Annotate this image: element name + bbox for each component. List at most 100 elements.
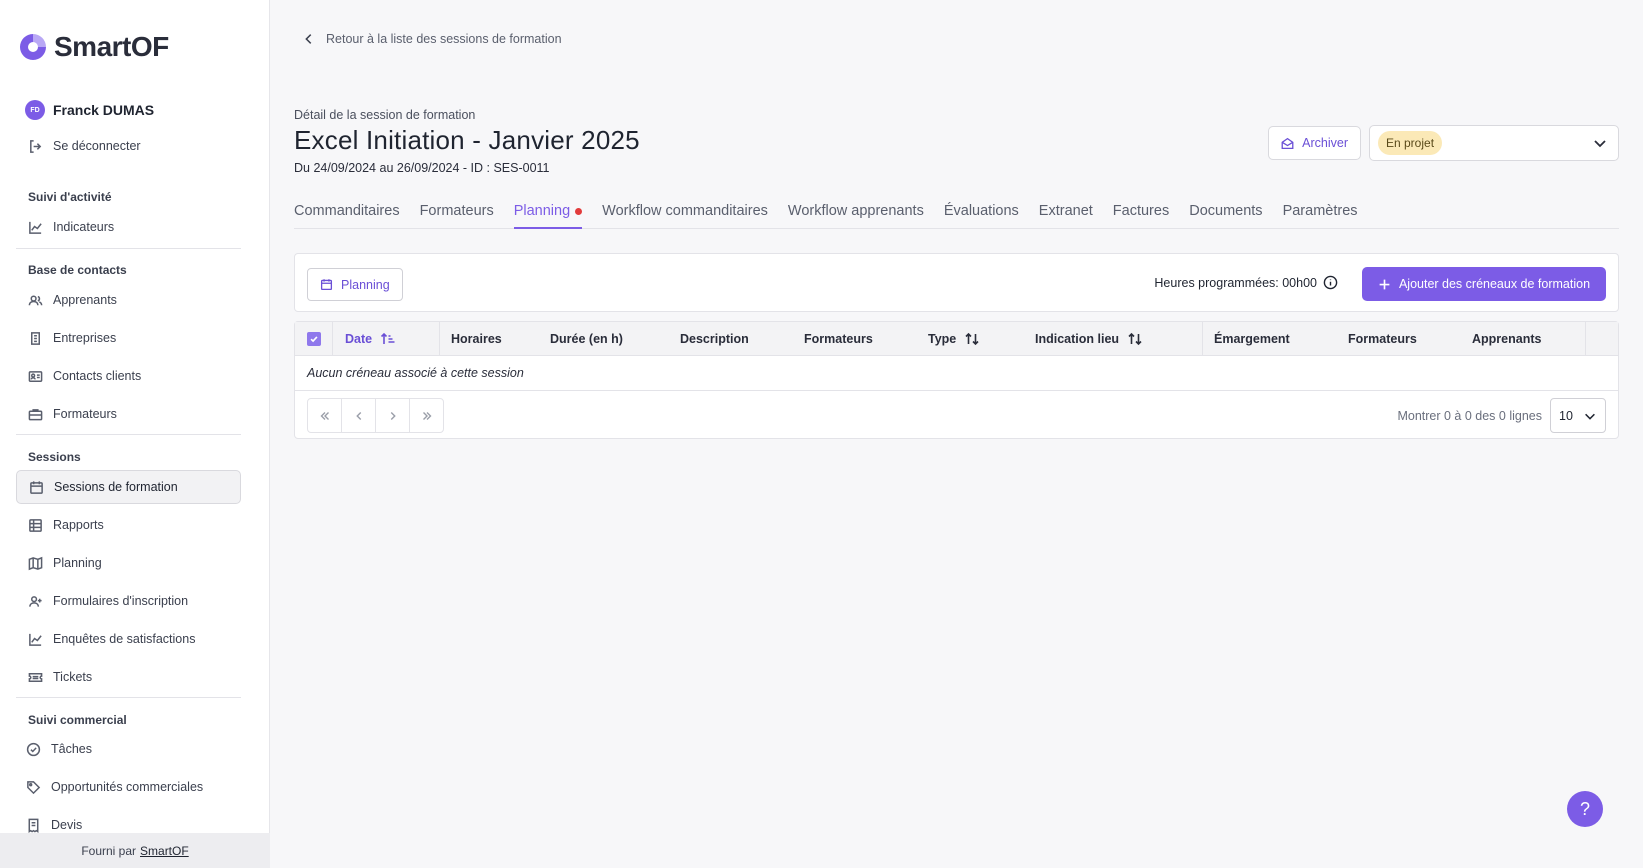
tab-bar: Commanditaires Formateurs Planning Workf…: [294, 203, 1619, 229]
sidebar-item-label: Planning: [53, 556, 102, 570]
column-hours[interactable]: Horaires: [451, 322, 502, 356]
sidebar-item-indicators[interactable]: Indicateurs: [16, 210, 241, 244]
logo[interactable]: SmartOF: [16, 30, 169, 64]
back-link[interactable]: Retour à la liste des sessions de format…: [302, 32, 562, 46]
scheduled-hours: Heures programmées: 00h00: [1154, 275, 1338, 290]
sidebar-item-opportunities[interactable]: Opportunités commerciales: [16, 770, 241, 804]
sidebar-item-learners[interactable]: Apprenants: [16, 283, 241, 317]
last-page-button[interactable]: [409, 398, 444, 433]
sidebar-item-tickets[interactable]: Tickets: [16, 660, 241, 694]
calendar-icon: [320, 279, 333, 291]
sidebar-item-trainers[interactable]: Formateurs: [16, 397, 241, 431]
notification-dot: [575, 208, 583, 215]
column-separator: [439, 322, 440, 356]
column-type[interactable]: Type: [928, 322, 980, 356]
ticket-icon: [28, 672, 43, 682]
tab-workflow-learners[interactable]: Workflow apprenants: [788, 203, 924, 229]
page-size-value: 10: [1559, 408, 1573, 423]
tab-workflow-sponsors[interactable]: Workflow commanditaires: [602, 203, 768, 229]
sidebar-item-label: Entreprises: [53, 331, 117, 345]
tab-planning[interactable]: Planning: [513, 203, 583, 229]
archive-button[interactable]: Archiver: [1268, 126, 1361, 160]
column-location-label: Indication lieu: [1035, 332, 1120, 346]
avatar: FD: [25, 100, 45, 120]
session-dates: Du 24/09/2024 au 26/09/2024 - ID : SES-0…: [294, 161, 550, 175]
sidebar-item-reports[interactable]: Rapports: [16, 508, 241, 542]
column-trainers[interactable]: Formateurs: [804, 322, 873, 356]
id-card-icon: [28, 370, 43, 382]
column-date[interactable]: Date: [345, 322, 396, 356]
user-plus-icon: [29, 595, 42, 607]
chart-line-icon: [29, 221, 42, 234]
rows-info: Montrer 0 à 0 des 0 lignes: [1397, 409, 1542, 423]
planning-view-label: Planning: [341, 277, 390, 292]
sidebar-item-label: Rapports: [53, 518, 104, 532]
tab-extranet[interactable]: Extranet: [1039, 203, 1093, 229]
sidebar-item-tasks[interactable]: Tâches: [16, 732, 241, 766]
tab-settings[interactable]: Paramètres: [1283, 203, 1358, 229]
next-page-button[interactable]: [375, 398, 410, 433]
sidebar-item-planning[interactable]: Planning: [16, 546, 241, 580]
sidebar: SmartOF FD Franck DUMAS Se déconnecter S…: [0, 0, 270, 868]
section-activity: Suivi d'activité: [28, 190, 112, 204]
sidebar-item-registration-forms[interactable]: Formulaires d'inscription: [16, 584, 241, 618]
chevron-left-icon: [355, 411, 361, 420]
sidebar-item-companies[interactable]: Entreprises: [16, 321, 241, 355]
tab-planning-label: Planning: [513, 203, 571, 219]
chevron-down-icon: [1585, 413, 1595, 420]
planning-view-button[interactable]: Planning: [307, 268, 403, 301]
column-duration[interactable]: Durée (en h): [550, 322, 623, 356]
users-icon: [28, 295, 43, 305]
select-all-checkbox[interactable]: [307, 332, 321, 346]
column-trainers-attendance[interactable]: Formateurs: [1348, 322, 1417, 356]
tab-sponsors[interactable]: Commanditaires: [294, 203, 400, 229]
info-icon[interactable]: [1323, 275, 1338, 290]
column-location[interactable]: Indication lieu: [1035, 322, 1143, 356]
receipt-icon: [28, 818, 39, 833]
user-name: Franck DUMAS: [53, 102, 155, 118]
logout-label: Se déconnecter: [53, 139, 141, 153]
calendar-icon: [30, 480, 43, 494]
page-title: Excel Initiation - Janvier 2025: [294, 125, 640, 155]
sort-icon: [965, 332, 979, 346]
mail-open-icon: [1281, 137, 1294, 149]
planning-toolbar: Planning Heures programmées: 00h00 Ajout…: [294, 253, 1619, 312]
divider: [16, 697, 241, 698]
slots-table: Date Horaires Durée (en h) Description F…: [294, 321, 1619, 439]
first-page-button[interactable]: [307, 398, 342, 433]
sidebar-item-label: Tâches: [51, 742, 92, 756]
chevrons-left-icon: [320, 411, 329, 420]
add-slots-button[interactable]: Ajouter des créneaux de formation: [1362, 267, 1606, 301]
sidebar-item-training-sessions[interactable]: Sessions de formation: [16, 470, 241, 504]
status-select[interactable]: En projet: [1369, 125, 1619, 161]
sidebar-item-client-contacts[interactable]: Contacts clients: [16, 359, 241, 393]
column-type-label: Type: [928, 332, 957, 346]
prev-page-button[interactable]: [341, 398, 376, 433]
footer-link[interactable]: SmartOF: [140, 844, 189, 858]
archive-label: Archiver: [1302, 136, 1348, 150]
tab-evaluations[interactable]: Évaluations: [944, 203, 1019, 229]
tab-trainers[interactable]: Formateurs: [420, 203, 494, 229]
column-date-label: Date: [345, 332, 373, 346]
page-size-select[interactable]: 10: [1550, 398, 1606, 433]
briefcase-icon: [28, 408, 43, 420]
column-description[interactable]: Description: [680, 322, 749, 356]
column-separator: [332, 322, 333, 356]
column-learners-attendance[interactable]: Apprenants: [1472, 322, 1541, 356]
tab-invoices[interactable]: Factures: [1113, 203, 1169, 229]
sidebar-item-label: Contacts clients: [53, 369, 142, 383]
section-sessions: Sessions: [28, 450, 81, 464]
table-header: Date Horaires Durée (en h) Description F…: [295, 322, 1618, 356]
footer: Fourni par SmartOF: [0, 833, 270, 868]
tab-documents[interactable]: Documents: [1189, 203, 1262, 229]
column-separator: [1585, 322, 1586, 356]
column-attendance[interactable]: Émargement: [1214, 322, 1290, 356]
sidebar-item-satisfaction-surveys[interactable]: Enquêtes de satisfactions: [16, 622, 241, 656]
sidebar-item-label: Sessions de formation: [54, 480, 178, 494]
plus-icon: [1379, 279, 1390, 289]
user-profile[interactable]: FD Franck DUMAS: [25, 100, 154, 120]
logout-link[interactable]: Se déconnecter: [16, 129, 241, 163]
help-button[interactable]: ?: [1567, 791, 1603, 827]
map-icon: [28, 556, 43, 570]
footer-prefix: Fourni par: [81, 843, 137, 858]
